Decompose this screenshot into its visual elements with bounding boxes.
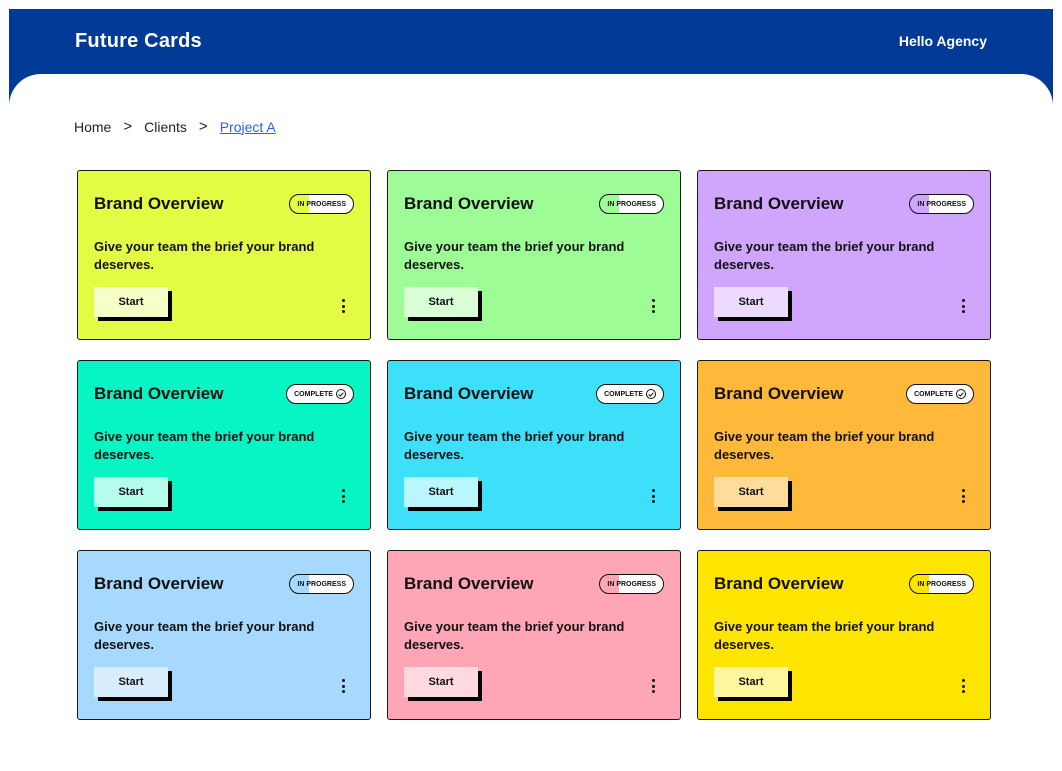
brief-card[interactable]: Brand Overview IN PROGRESS Give your tea… <box>77 550 371 720</box>
status-badge: IN PROGRESS <box>599 194 664 214</box>
check-circle-icon <box>336 389 346 399</box>
status-badge: IN PROGRESS <box>289 194 354 214</box>
card-description: Give your team the brief your brand dese… <box>404 619 625 652</box>
card-description: Give your team the brief your brand dese… <box>404 239 625 272</box>
breadcrumb-clients[interactable]: Clients <box>144 119 187 135</box>
brief-card[interactable]: Brand Overview IN PROGRESS Give your tea… <box>387 550 681 720</box>
status-label: IN PROGRESS <box>297 580 346 588</box>
more-vertical-icon[interactable] <box>342 679 346 693</box>
more-vertical-icon[interactable] <box>652 489 656 503</box>
more-vertical-icon[interactable] <box>962 489 966 503</box>
start-button[interactable]: Start <box>714 287 788 317</box>
chevron-right-icon: > <box>198 118 208 135</box>
account-greeting[interactable]: Hello Agency <box>899 33 987 49</box>
breadcrumb-home[interactable]: Home <box>74 119 111 135</box>
more-vertical-icon[interactable] <box>962 679 966 693</box>
card-title: Brand Overview <box>404 574 534 593</box>
start-button[interactable]: Start <box>714 667 788 697</box>
check-circle-icon <box>646 389 656 399</box>
card-title: Brand Overview <box>404 194 534 213</box>
card-title: Brand Overview <box>714 574 844 593</box>
start-button[interactable]: Start <box>94 287 168 317</box>
brand-logo[interactable]: Future Cards <box>75 30 202 53</box>
start-button[interactable]: Start <box>404 477 478 507</box>
status-label: IN PROGRESS <box>607 580 656 588</box>
status-badge: IN PROGRESS <box>909 574 974 594</box>
more-vertical-icon[interactable] <box>342 299 346 313</box>
status-badge: COMPLETE <box>596 384 664 404</box>
start-button[interactable]: Start <box>714 477 788 507</box>
start-button[interactable]: Start <box>404 287 478 317</box>
brief-card[interactable]: Brand Overview IN PROGRESS Give your tea… <box>697 170 991 340</box>
status-badge: IN PROGRESS <box>599 574 664 594</box>
card-description: Give your team the brief your brand dese… <box>714 619 935 652</box>
card-title: Brand Overview <box>404 384 534 403</box>
status-label: IN PROGRESS <box>917 580 966 588</box>
more-vertical-icon[interactable] <box>652 299 656 313</box>
card-title: Brand Overview <box>714 194 844 213</box>
app-frame: Future Cards Hello Agency Home > Clients… <box>0 0 1062 771</box>
card-description: Give your team the brief your brand dese… <box>94 239 315 272</box>
status-badge: COMPLETE <box>906 384 974 404</box>
status-label: COMPLETE <box>914 390 953 398</box>
breadcrumb: Home > Clients > Project A <box>74 118 276 135</box>
card-description: Give your team the brief your brand dese… <box>94 619 315 652</box>
brief-card[interactable]: Brand Overview COMPLETE Give your team t… <box>77 360 371 530</box>
card-description: Give your team the brief your brand dese… <box>714 239 935 272</box>
more-vertical-icon[interactable] <box>652 679 656 693</box>
status-label: COMPLETE <box>604 390 643 398</box>
status-label: IN PROGRESS <box>917 200 966 208</box>
status-badge: IN PROGRESS <box>909 194 974 214</box>
card-description: Give your team the brief your brand dese… <box>714 429 935 462</box>
card-title: Brand Overview <box>94 384 224 403</box>
breadcrumb-project-a[interactable]: Project A <box>220 119 276 135</box>
brief-card[interactable]: Brand Overview IN PROGRESS Give your tea… <box>77 170 371 340</box>
status-label: COMPLETE <box>294 390 333 398</box>
card-title: Brand Overview <box>94 194 224 213</box>
start-button[interactable]: Start <box>404 667 478 697</box>
status-label: IN PROGRESS <box>297 200 346 208</box>
start-button[interactable]: Start <box>94 477 168 507</box>
check-circle-icon <box>956 389 966 399</box>
brief-card[interactable]: Brand Overview IN PROGRESS Give your tea… <box>697 550 991 720</box>
start-button[interactable]: Start <box>94 667 168 697</box>
card-description: Give your team the brief your brand dese… <box>404 429 625 462</box>
card-title: Brand Overview <box>94 574 224 593</box>
status-badge: COMPLETE <box>286 384 354 404</box>
chevron-right-icon: > <box>123 118 133 135</box>
card-description: Give your team the brief your brand dese… <box>94 429 315 462</box>
status-badge: IN PROGRESS <box>289 574 354 594</box>
status-label: IN PROGRESS <box>607 200 656 208</box>
more-vertical-icon[interactable] <box>962 299 966 313</box>
card-title: Brand Overview <box>714 384 844 403</box>
more-vertical-icon[interactable] <box>342 489 346 503</box>
card-grid: Brand Overview IN PROGRESS Give your tea… <box>77 170 991 720</box>
brief-card[interactable]: Brand Overview COMPLETE Give your team t… <box>387 360 681 530</box>
brief-card[interactable]: Brand Overview COMPLETE Give your team t… <box>697 360 991 530</box>
brief-card[interactable]: Brand Overview IN PROGRESS Give your tea… <box>387 170 681 340</box>
